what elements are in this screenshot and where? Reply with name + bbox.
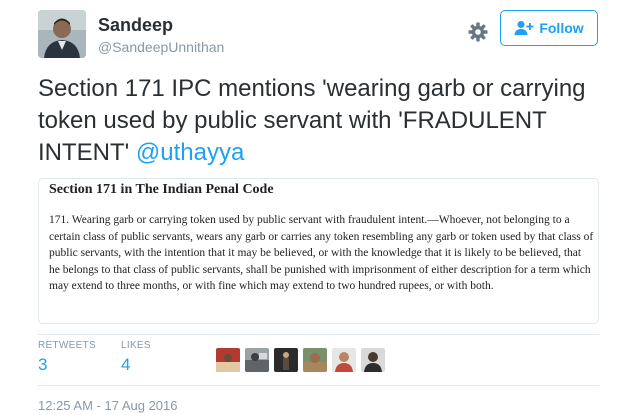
- attached-image[interactable]: Section 171 in The Indian Penal Code 171…: [38, 178, 599, 324]
- mention-link[interactable]: @uthayya: [136, 139, 244, 166]
- liker-avatar-2-icon[interactable]: [245, 348, 269, 372]
- liker-avatar-1-icon[interactable]: [216, 348, 240, 372]
- tweet-timestamp[interactable]: 12:25 AM - 17 Aug 2016: [38, 398, 178, 413]
- gear-icon[interactable]: [466, 20, 490, 44]
- liker-avatar-4-icon[interactable]: [303, 348, 327, 372]
- attachment-title: Section 171 in The Indian Penal Code: [49, 182, 274, 197]
- retweets-label: RETWEETS: [38, 340, 96, 351]
- likes-label: LIKES: [121, 340, 151, 351]
- author-handle[interactable]: @SandeepUnnithan: [98, 39, 224, 55]
- liker-avatar-6-icon[interactable]: [361, 348, 385, 372]
- liker-avatar-5-icon[interactable]: [332, 348, 356, 372]
- follow-button[interactable]: Follow: [500, 10, 598, 46]
- retweets-count: 3: [38, 355, 48, 374]
- likes-stat[interactable]: LIKES 4: [121, 340, 151, 375]
- author-name[interactable]: Sandeep: [98, 15, 173, 36]
- attachment-body: 171. Wearing garb or carrying token used…: [49, 214, 594, 292]
- tweet-text: Section 171 IPC mentions 'wearing garb o…: [38, 73, 613, 169]
- person-avatar-icon: [38, 10, 86, 58]
- divider: [38, 385, 599, 386]
- retweets-stat[interactable]: RETWEETS 3: [38, 340, 96, 375]
- follow-label: Follow: [539, 20, 584, 36]
- divider: [38, 334, 599, 335]
- author-avatar[interactable]: [38, 10, 86, 58]
- liker-avatar-3-icon[interactable]: [274, 348, 298, 372]
- likes-count: 4: [121, 355, 131, 374]
- tweet-body: Section 171 IPC mentions 'wearing garb o…: [38, 75, 586, 166]
- person-add-icon: [514, 21, 534, 35]
- liker-avatars: [216, 348, 385, 372]
- tweet-header: Sandeep @SandeepUnnithan Follow: [38, 10, 608, 60]
